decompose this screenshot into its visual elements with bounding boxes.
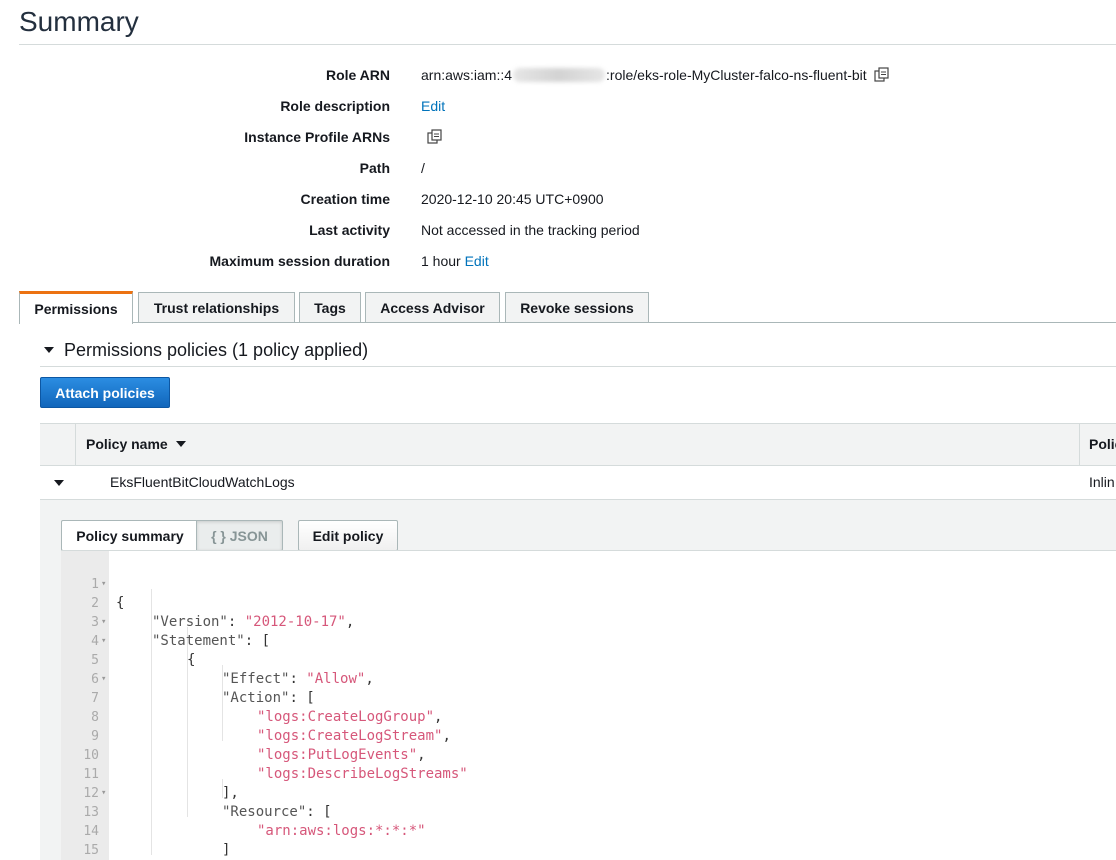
code-line: 10 "logs:DescribeLogStreams" [61,727,1116,782]
role-description-edit-link[interactable]: Edit [421,96,445,116]
tab-bar-divider [19,322,1116,323]
instance-profile-label: Instance Profile ARNs [244,129,390,145]
last-activity-row: Last activity Not accessed in the tracki… [0,220,1116,240]
expand-caret-icon[interactable] [54,480,64,486]
code-line: 16 ] [61,841,1116,860]
code-line: 1 ▾ { [61,556,1116,611]
policy-type-column-header[interactable]: Polic [1089,436,1116,452]
tab-revoke-sessions[interactable]: Revoke sessions [505,292,649,323]
last-activity-value: Not accessed in the tracking period [421,222,640,238]
edit-policy-button[interactable]: Edit policy [298,520,398,551]
code-line: 2 "Version": "2012-10-17", [61,575,1116,630]
column-separator [1079,424,1080,466]
code-line: 7 "logs:CreateLogGroup", [61,670,1116,725]
role-description-label: Role description [280,98,390,114]
table-row: EksFluentBitCloudWatchLogs Inlin [40,466,1116,500]
title-divider [19,44,1116,45]
creation-time-value: 2020-12-10 20:45 UTC+0900 [421,191,604,207]
path-label: Path [359,160,390,176]
permissions-policies-title: Permissions policies (1 policy applied) [64,339,369,360]
max-session-duration: 1 hour [421,253,461,269]
last-activity-label: Last activity [309,222,390,238]
code-line: 9 "logs:PutLogEvents", [61,708,1116,763]
max-session-value: 1 hour Edit [421,251,489,271]
code-line: 15 } [61,822,1116,858]
code-line: 14 ] [61,803,1116,858]
redacted-account-id [513,68,606,82]
policy-name-column-header[interactable]: Policy name [86,436,186,452]
policy-name-header-label: Policy name [86,436,168,452]
code-line: 5 "Effect": "Allow", [61,632,1116,687]
copy-icon[interactable] [426,128,444,146]
policy-name-cell: EksFluentBitCloudWatchLogs [110,474,295,490]
role-description-row: Role description Edit [0,96,1116,116]
role-arn-row: Role ARN arn:aws:iam::4 :role/eks-role-My… [0,65,1116,85]
role-arn-label: Role ARN [325,67,390,83]
role-arn-suffix: :role/eks-role-MyCluster-falco-ns-fluent… [606,67,867,83]
creation-time-row: Creation time 2020-12-10 20:45 UTC+0900 [0,189,1116,209]
policy-table-header: Policy name Polic [40,423,1116,466]
collapse-caret-icon [44,347,54,353]
tab-permissions[interactable]: Permissions [19,291,133,324]
instance-profile-row: Instance Profile ARNs [0,127,1116,147]
copy-icon[interactable] [873,66,891,84]
creation-time-label: Creation time [300,191,390,207]
max-session-row: Maximum session duration 1 hour Edit [0,251,1116,271]
code-line: 11 ], [61,746,1116,801]
sort-caret-icon [175,441,186,447]
policy-type-cell: Inlin [1089,474,1115,490]
page-title: Summary [19,6,139,37]
max-session-edit-link[interactable]: Edit [465,253,489,269]
column-separator [75,424,76,466]
code-line: 12 ▾ "Resource": [ [61,765,1116,820]
max-session-label: Maximum session duration [209,253,390,269]
role-arn-prefix: arn:aws:iam::4 [421,67,513,83]
code-line: 13 "arn:aws:logs:*:*:*" [61,784,1116,839]
section-divider [40,366,1116,367]
code-line: 6 ▾ "Action": [ [61,651,1116,706]
instance-profile-value [420,127,444,147]
permissions-policies-toggle[interactable]: Permissions policies (1 policy applied) [40,338,368,362]
tab-tags[interactable]: Tags [299,292,361,323]
code-line: 4 ▾ { [61,613,1116,668]
role-arn-value: arn:aws:iam::4 :role/eks-role-MyCluster-f… [421,65,891,85]
code-line: 3 ▾ "Statement": [ [61,594,1116,649]
code-line: 8 "logs:CreateLogStream", [61,689,1116,744]
policy-summary-button[interactable]: Policy summary [61,520,198,551]
json-editor[interactable]: 1 ▾ { 2 "Version": "2012-10-17", 3 ▾ "Stat… [61,551,1116,860]
path-value: / [421,160,425,176]
tab-access-advisor[interactable]: Access Advisor [365,292,500,323]
json-view-button[interactable]: { } JSON [196,520,283,551]
tab-trust-relationships[interactable]: Trust relationships [138,292,295,323]
attach-policies-button[interactable]: Attach policies [40,377,170,408]
path-row: Path / [0,158,1116,178]
